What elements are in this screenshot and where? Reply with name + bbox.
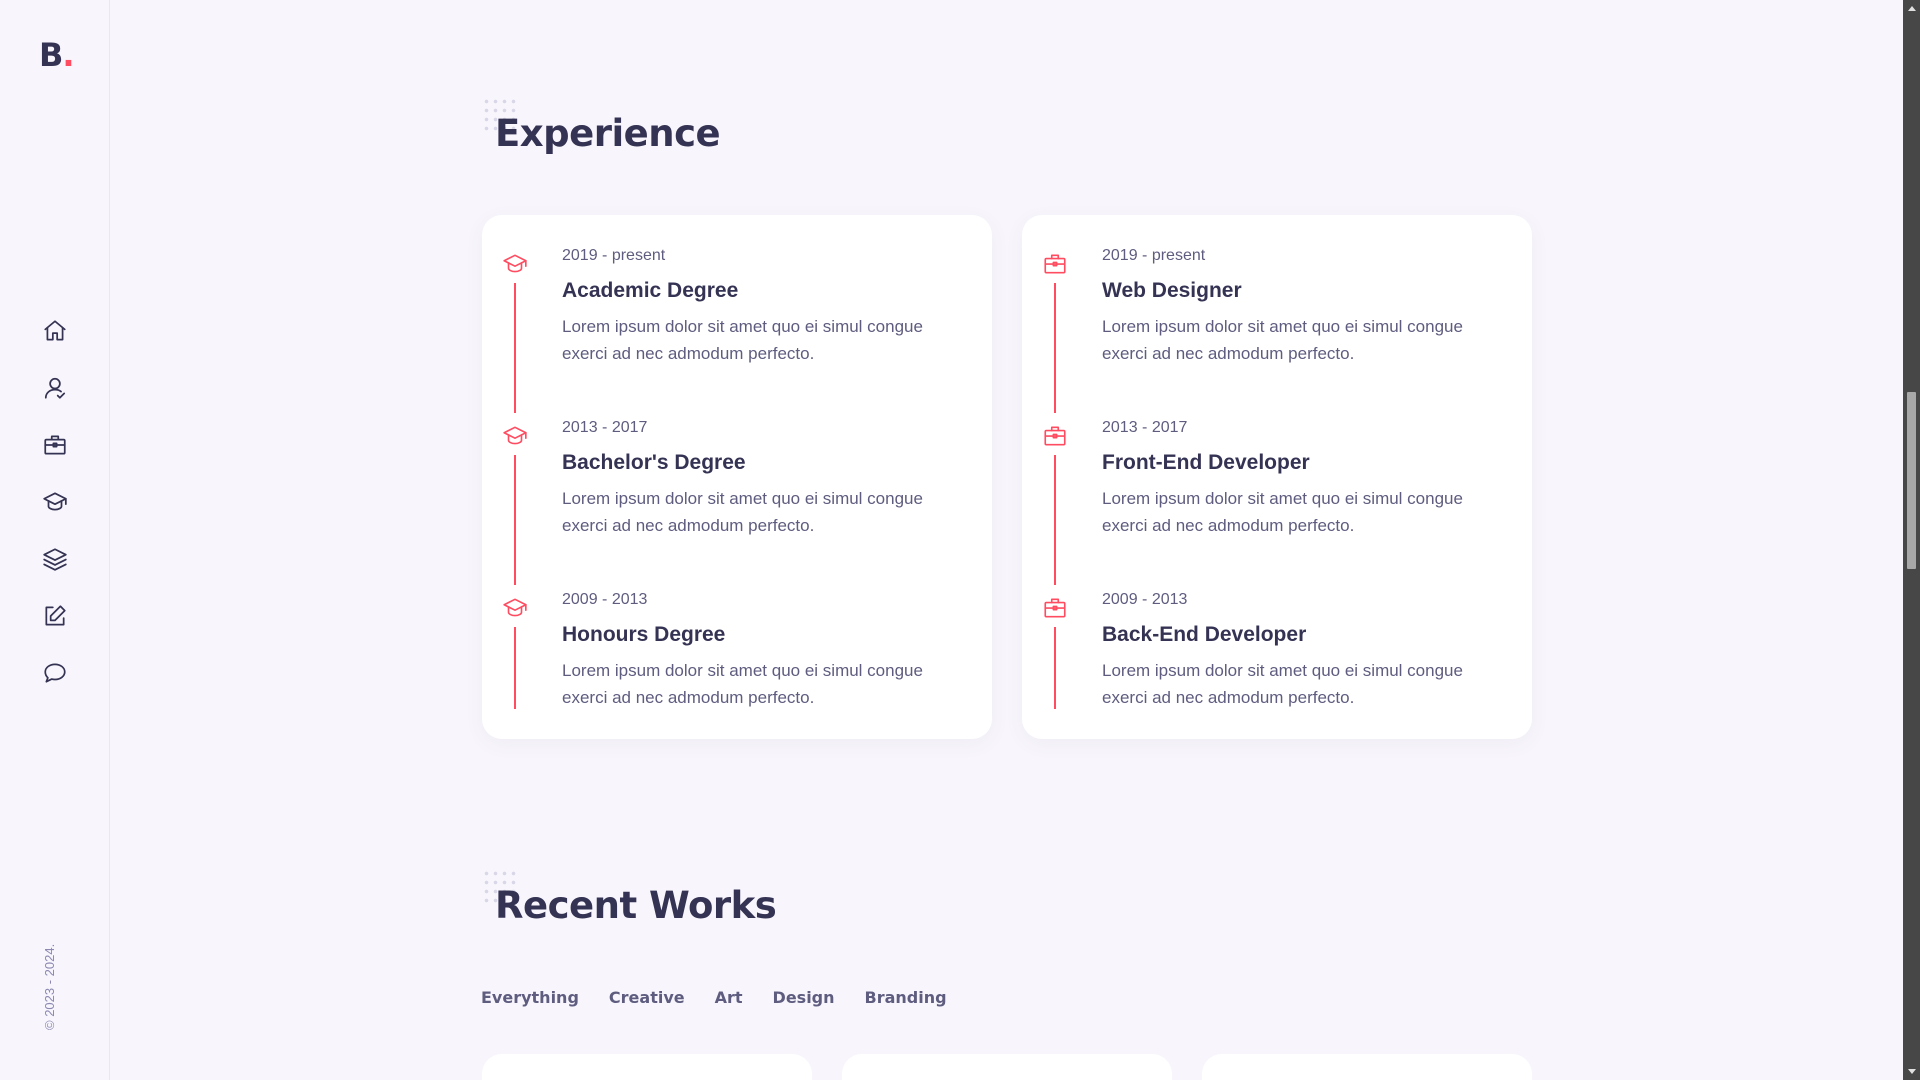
filter-art[interactable]: Art	[715, 988, 743, 1007]
filter-branding[interactable]: Branding	[865, 988, 947, 1007]
experience-title: Experience	[495, 112, 721, 155]
timeline-line	[1054, 627, 1056, 709]
graduation-cap-icon	[502, 595, 528, 621]
timeline-description: Lorem ipsum dolor sit amet quo ei simul …	[562, 489, 923, 535]
briefcase-icon	[1042, 423, 1068, 449]
timeline-title: Bachelor's Degree	[562, 451, 746, 474]
work-card[interactable]	[842, 1054, 1172, 1080]
home-icon	[44, 319, 66, 341]
page-scrollbar[interactable]	[1903, 0, 1920, 1080]
scroll-down-arrow[interactable]	[1903, 1063, 1920, 1080]
education-card: 2019 - present Academic Degree Lorem ips…	[482, 215, 992, 739]
nav-services[interactable]	[0, 416, 110, 473]
timeline-description: Lorem ipsum dolor sit amet quo ei simul …	[1102, 661, 1463, 707]
user-icon	[44, 377, 66, 399]
nav-works[interactable]	[0, 530, 110, 587]
nav-home[interactable]	[0, 302, 110, 359]
copyright-text: © 2023 - 2024.	[42, 943, 57, 1030]
timeline-title: Honours Degree	[562, 623, 726, 646]
filter-everything[interactable]: Everything	[481, 988, 579, 1007]
edit-icon	[45, 604, 66, 626]
logo[interactable]: B.	[39, 36, 75, 74]
nav-blog[interactable]	[0, 587, 110, 644]
timeline-date: 2013 - 2017	[562, 419, 648, 436]
nav-experience[interactable]	[0, 473, 110, 530]
scroll-up-arrow[interactable]	[1903, 0, 1920, 17]
timeline-date: 2009 - 2013	[562, 591, 648, 608]
nav-contact[interactable]	[0, 644, 110, 701]
filter-creative[interactable]: Creative	[609, 988, 685, 1007]
graduation-cap-icon	[502, 423, 528, 449]
graduation-cap-icon	[502, 251, 528, 277]
chat-icon	[44, 662, 66, 683]
filter-design[interactable]: Design	[773, 988, 835, 1007]
timeline-title: Web Designer	[1102, 279, 1242, 302]
work-card[interactable]	[1202, 1054, 1532, 1080]
work-experience-card: 2019 - present Web Designer Lorem ipsum …	[1022, 215, 1532, 739]
scroll-thumb[interactable]	[1907, 392, 1916, 569]
timeline-item: 2013 - 2017 Front-End Developer Lorem ip…	[1022, 387, 1532, 585]
timeline-item: 2019 - present Web Designer Lorem ipsum …	[1022, 215, 1532, 413]
timeline-line	[514, 627, 516, 709]
sidebar-nav	[0, 302, 110, 701]
timeline-item: 2019 - present Academic Degree Lorem ips…	[482, 215, 992, 413]
timeline-title: Back-End Developer	[1102, 623, 1307, 646]
timeline-date: 2013 - 2017	[1102, 419, 1188, 436]
timeline-description: Lorem ipsum dolor sit amet quo ei simul …	[1102, 489, 1463, 535]
timeline-date: 2019 - present	[1102, 247, 1206, 264]
work-card[interactable]	[482, 1054, 812, 1080]
briefcase-icon	[1042, 595, 1068, 621]
timeline-date: 2009 - 2013	[1102, 591, 1188, 608]
timeline-description: Lorem ipsum dolor sit amet quo ei simul …	[562, 661, 923, 707]
timeline-description: Lorem ipsum dolor sit amet quo ei simul …	[1102, 317, 1463, 363]
timeline-title: Academic Degree	[562, 279, 739, 302]
briefcase-icon	[1042, 251, 1068, 277]
nav-about[interactable]	[0, 359, 110, 416]
timeline-title: Front-End Developer	[1102, 451, 1310, 474]
timeline-item: 2009 - 2013 Back-End Developer Lorem ips…	[1022, 559, 1532, 731]
timeline-date: 2019 - present	[562, 247, 666, 264]
recent-works-title: Recent Works	[495, 884, 777, 927]
timeline-item: 2009 - 2013 Honours Degree Lorem ipsum d…	[482, 559, 992, 731]
briefcase-icon	[44, 434, 66, 455]
sidebar: B. © 2023 - 2024.	[0, 0, 110, 1080]
timeline-item: 2013 - 2017 Bachelor's Degree Lorem ipsu…	[482, 387, 992, 585]
timeline-description: Lorem ipsum dolor sit amet quo ei simul …	[562, 317, 923, 363]
graduation-cap-icon	[43, 491, 67, 510]
layers-icon	[43, 547, 67, 571]
works-filter-list: Everything Creative Art Design Branding	[481, 988, 977, 1007]
